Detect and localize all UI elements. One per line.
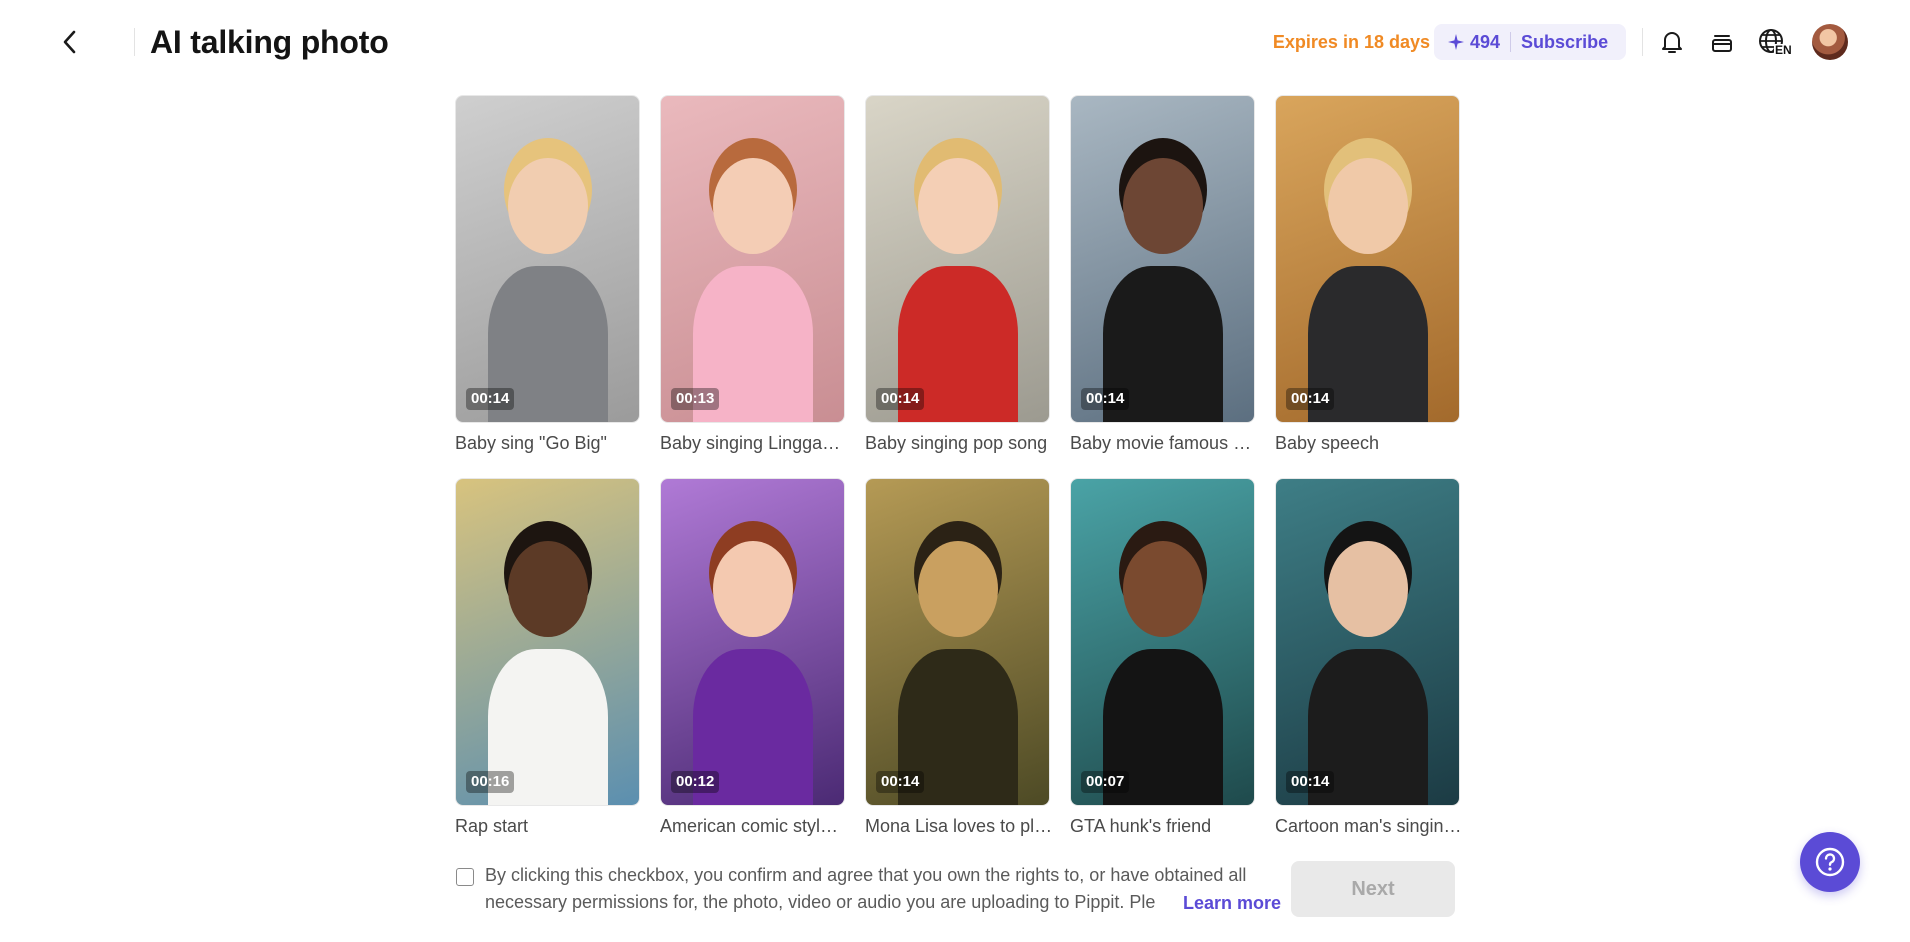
template-title: Baby speech bbox=[1275, 433, 1380, 453]
learn-more-link[interactable]: Learn more bbox=[1177, 890, 1282, 916]
template-card[interactable]: 00:12 American comic style… bbox=[660, 478, 848, 838]
template-card[interactable]: 00:14 Baby singing pop song bbox=[865, 95, 1050, 455]
template-title: GTA hunk's friend bbox=[1070, 816, 1212, 836]
template-thumbnail: 00:14 bbox=[1070, 95, 1255, 423]
header-divider bbox=[1642, 28, 1643, 56]
figure-head bbox=[918, 158, 998, 254]
template-title: American comic style… bbox=[660, 816, 848, 836]
sparkle-icon bbox=[1448, 34, 1464, 50]
figure-head bbox=[1328, 158, 1408, 254]
pill-divider bbox=[1510, 32, 1512, 52]
duration-badge: 00:14 bbox=[1286, 771, 1335, 793]
template-thumbnail: 00:13 bbox=[660, 95, 845, 423]
template-card[interactable]: 00:16 Rap start bbox=[455, 478, 640, 838]
template-thumbnail: 00:14 bbox=[1275, 478, 1460, 806]
template-card[interactable]: 00:14 Baby speech bbox=[1275, 95, 1460, 455]
template-thumbnail: 00:16 bbox=[455, 478, 640, 806]
duration-badge: 00:14 bbox=[1081, 388, 1130, 410]
template-title: Rap start bbox=[455, 816, 529, 836]
avatar[interactable] bbox=[1812, 24, 1848, 60]
credits-count: 494 bbox=[1470, 31, 1501, 52]
template-card[interactable]: 00:14 Baby sing "Go Big" bbox=[455, 95, 640, 455]
template-thumbnail: 00:07 bbox=[1070, 478, 1255, 806]
duration-badge: 00:16 bbox=[466, 771, 515, 793]
help-button[interactable] bbox=[1800, 832, 1860, 892]
template-thumbnail: 00:14 bbox=[1275, 95, 1460, 423]
template-card[interactable]: 00:07 GTA hunk's friend bbox=[1070, 478, 1255, 838]
figure-head bbox=[918, 541, 998, 637]
duration-badge: 00:14 bbox=[1286, 388, 1335, 410]
figure-head bbox=[1123, 158, 1203, 254]
consent-checkbox[interactable] bbox=[456, 868, 474, 886]
next-button[interactable]: Next bbox=[1291, 861, 1455, 917]
template-title: Baby sing "Go Big" bbox=[455, 433, 607, 453]
duration-badge: 00:14 bbox=[466, 388, 515, 410]
template-thumbnail: 00:14 bbox=[865, 478, 1050, 806]
notifications-button[interactable] bbox=[1654, 24, 1690, 60]
top-bar: AI talking photo Expires in 18 days 494 … bbox=[0, 0, 1910, 84]
template-thumbnail: 00:14 bbox=[455, 95, 640, 423]
template-thumbnail: 00:14 bbox=[865, 95, 1050, 423]
figure-head bbox=[713, 541, 793, 637]
template-title: Baby singing Lingga… bbox=[660, 433, 841, 453]
template-card[interactable]: 00:13 Baby singing Lingga… bbox=[660, 95, 845, 455]
consent-text: By clicking this checkbox, you confirm a… bbox=[485, 865, 1247, 912]
duration-badge: 00:14 bbox=[876, 771, 925, 793]
template-card[interactable]: 00:14 Baby movie famous s… bbox=[1070, 95, 1258, 455]
figure-head bbox=[508, 158, 588, 254]
duration-badge: 00:13 bbox=[671, 388, 720, 410]
duration-badge: 00:12 bbox=[671, 771, 720, 793]
page-title: AI talking photo bbox=[150, 24, 389, 60]
duration-badge: 00:14 bbox=[876, 388, 925, 410]
chevron-left-icon bbox=[63, 30, 76, 54]
figure-head bbox=[1123, 541, 1203, 637]
stack-icon bbox=[1712, 35, 1732, 52]
language-code: EN bbox=[1774, 43, 1793, 57]
subscribe-button[interactable]: Subscribe bbox=[1521, 32, 1608, 53]
template-title: Cartoon man's singin… bbox=[1275, 816, 1462, 836]
header-divider bbox=[134, 28, 135, 56]
template-title: Baby movie famous s… bbox=[1070, 433, 1258, 453]
template-title: Baby singing pop song bbox=[865, 433, 1048, 453]
back-button[interactable] bbox=[52, 22, 88, 62]
duration-badge: 00:07 bbox=[1081, 771, 1130, 793]
template-card[interactable]: 00:14 Mona Lisa loves to pl… bbox=[865, 478, 1053, 838]
figure-head bbox=[713, 158, 793, 254]
expiration-notice: Expires in 18 days bbox=[1272, 32, 1430, 52]
assets-button[interactable] bbox=[1704, 24, 1740, 60]
template-card[interactable]: 00:14 Cartoon man's singin… bbox=[1275, 478, 1462, 838]
template-thumbnail: 00:12 bbox=[660, 478, 845, 806]
figure-head bbox=[1328, 541, 1408, 637]
credits-pill: 494 Subscribe bbox=[1434, 24, 1626, 60]
template-title: Mona Lisa loves to pl… bbox=[865, 816, 1053, 836]
bell-icon bbox=[1662, 32, 1682, 53]
figure-head bbox=[508, 541, 588, 637]
help-icon bbox=[1815, 847, 1845, 877]
